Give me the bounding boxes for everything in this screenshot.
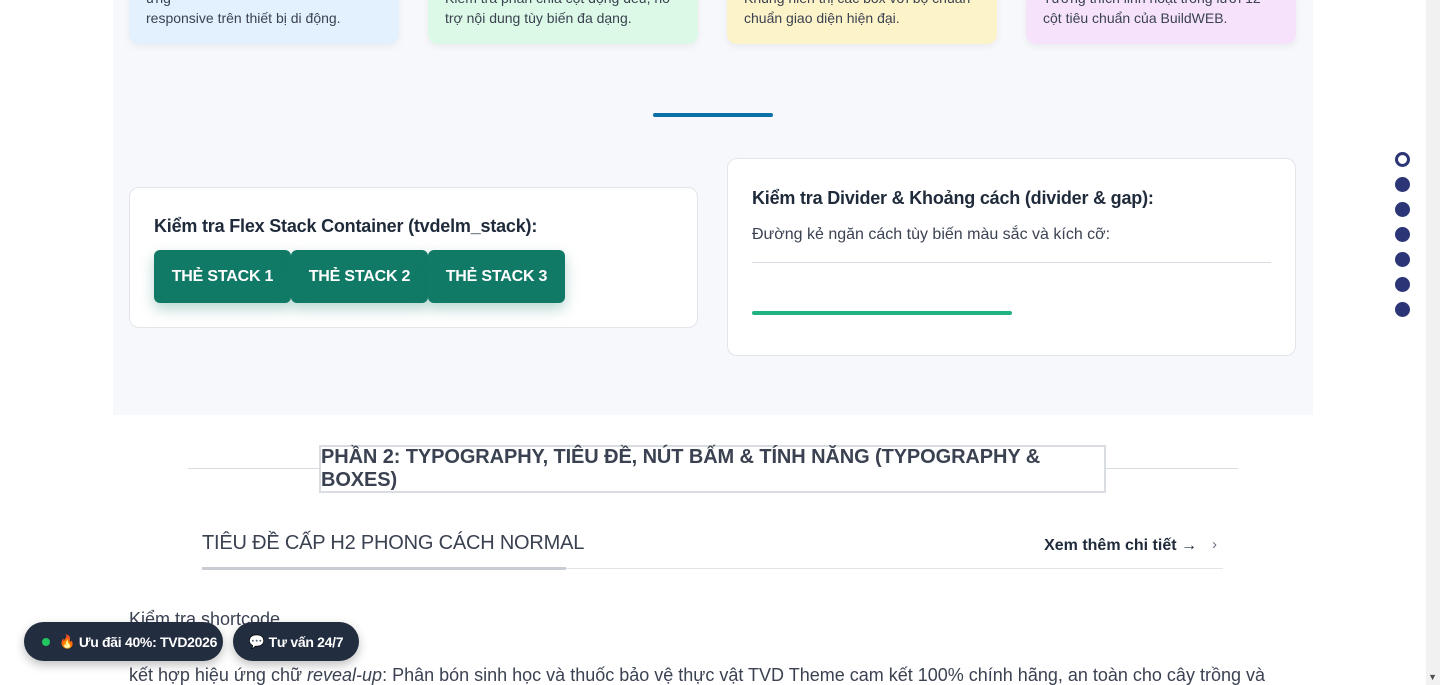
promo-label: Ưu đãi 40%: TVD2026 xyxy=(78,633,218,650)
feature-card-grid: Kiểm tra bộ lọc grid, bố cục và cảm ứng … xyxy=(129,0,399,44)
scroll-nav-dot-5[interactable] xyxy=(1395,252,1410,267)
scroll-nav-dot-1[interactable] xyxy=(1395,152,1410,167)
reveal-up-term: reveal-up xyxy=(307,665,383,685)
fire-icon: 🔥 xyxy=(59,633,75,649)
stack-card-1-button[interactable]: THẺ STACK 1 xyxy=(154,250,291,303)
feature-card-text-line2: chuẩn giao diện hiện đại. xyxy=(744,10,900,26)
feature-card-text-line1: Tương thích linh hoạt trong lưới 12 xyxy=(1043,0,1286,8)
feature-card-columns: Kiểm tra phân chia cột động đều, hỗ trợ … xyxy=(428,0,698,44)
scroll-nav-dot-4[interactable] xyxy=(1395,227,1410,242)
scroll-nav-dot-3[interactable] xyxy=(1395,202,1410,217)
stack-card-2-button[interactable]: THẺ STACK 2 xyxy=(291,250,428,303)
page-scrollbar[interactable]: ▼ xyxy=(1426,0,1440,685)
feature-card-text-line2: trợ nội dung tùy biến đa dạng. xyxy=(445,10,632,26)
feature-card-text-line2: responsive trên thiết bị di động. xyxy=(146,10,341,26)
thin-divider-line xyxy=(752,262,1271,263)
feature-card-grid12: Tương thích linh hoạt trong lưới 12 cột … xyxy=(1026,0,1296,44)
feature-card-text-line1: Kiểm tra phân chia cột động đều, hỗ xyxy=(445,0,688,8)
stack-card-3-button[interactable]: THẺ STACK 3 xyxy=(428,250,565,303)
stack-button-row: THẺ STACK 1 THẺ STACK 2 THẺ STACK 3 xyxy=(154,250,565,303)
online-status-dot xyxy=(42,637,50,646)
feature-card-text-line1: Khung hiển thị các box với bộ chuẩn xyxy=(744,0,987,8)
section-2-heading: PHẦN 2: TYPOGRAPHY, TIÊU ĐỀ, NÚT BẤM & T… xyxy=(319,445,1106,493)
h2-normal-title: TIÊU ĐỀ CẤP H2 PHONG CÁCH NORMAL xyxy=(202,532,585,554)
section-accent-divider xyxy=(653,113,773,117)
view-more-link[interactable]: Xem thêm chi tiết → xyxy=(1044,537,1197,555)
promo-pill-button[interactable]: 🔥 Ưu đãi 40%: TVD2026 xyxy=(24,622,223,661)
divider-box-description: Đường kẻ ngăn cách tùy biến màu sắc và k… xyxy=(752,226,1111,243)
flex-stack-title: Kiểm tra Flex Stack Container (tvdelm_st… xyxy=(154,216,538,236)
feature-card-text-line2: cột tiêu chuẩn của BuildWEB. xyxy=(1043,10,1228,26)
support-pill-button[interactable]: 💬 Tư vấn 24/7 xyxy=(233,622,359,661)
divider-gap-box: Kiểm tra Divider & Khoảng cách (divider … xyxy=(727,158,1296,356)
chat-bubble-icon: 💬 xyxy=(248,633,265,649)
support-label: Tư vấn 24/7 xyxy=(268,633,344,650)
scroll-nav-dot-7[interactable] xyxy=(1395,302,1410,317)
feature-card-text-line1: Kiểm tra bộ lọc grid, bố cục và cảm ứng xyxy=(146,0,389,8)
reveal-paragraph: kết hợp hiệu ứng chữ reveal-up: Phân bón… xyxy=(129,665,1265,685)
flex-stack-box: Kiểm tra Flex Stack Container (tvdelm_st… xyxy=(129,187,698,328)
reveal-text-before: kết hợp hiệu ứng chữ xyxy=(129,665,308,685)
divider-box-title: Kiểm tra Divider & Khoảng cách (divider … xyxy=(752,188,1154,208)
h2-heading-row: TIÊU ĐỀ CẤP H2 PHONG CÁCH NORMAL Xem thê… xyxy=(202,530,1223,570)
scroll-down-arrow-icon[interactable]: ▼ xyxy=(1428,672,1437,682)
scroll-nav-dot-6[interactable] xyxy=(1395,277,1410,292)
reveal-text-after: : Phân bón sinh học và thuốc bảo vệ thực… xyxy=(382,665,1265,685)
h2-title-underline xyxy=(202,567,566,570)
green-divider-line xyxy=(752,311,1012,315)
chevron-right-icon[interactable]: › xyxy=(1212,536,1217,553)
scroll-nav-dot-2[interactable] xyxy=(1395,177,1410,192)
feature-card-boxes: Khung hiển thị các box với bộ chuẩn chuẩ… xyxy=(727,0,997,44)
